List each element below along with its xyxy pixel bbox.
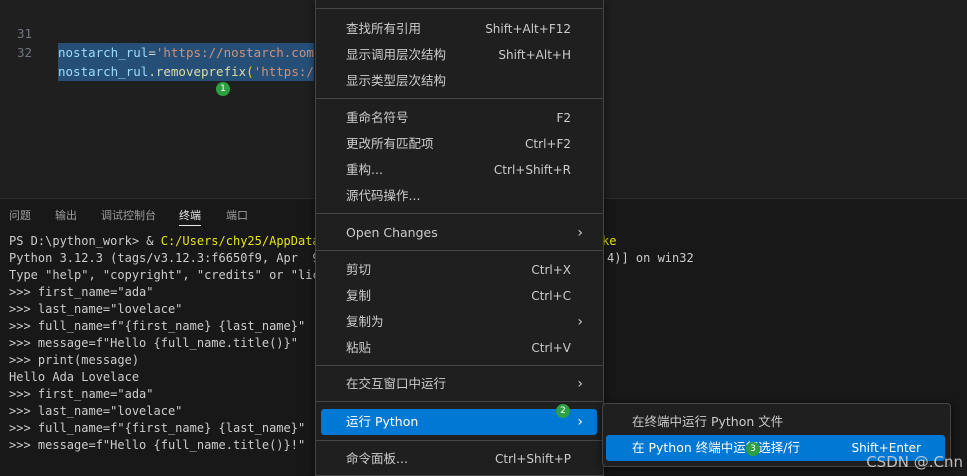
shortcut-label: Ctrl+Shift+P (495, 452, 571, 466)
line-number: 32 (16, 45, 32, 60)
code-variable: nostarch_rul (58, 64, 149, 79)
menu-item-command-palette[interactable]: 命令面板... Ctrl+Shift+P (321, 447, 597, 471)
code-operator: = (148, 45, 156, 60)
menu-item-open-changes[interactable]: Open Changes › (321, 221, 597, 245)
menu-item-rename-symbol[interactable]: 重命名符号 F2 (321, 106, 597, 130)
menu-item-label: 显示调用层次结构 (346, 47, 447, 62)
menu-item-refactor[interactable]: 重构... Ctrl+Shift+R (321, 158, 597, 182)
terminal-line: Type "help", "copyright", "credits" or "… (9, 268, 327, 282)
terminal-line: >>> full_name=f"{first_name} {last_name}… (9, 319, 306, 333)
shortcut-label: Shift+Alt+F12 (485, 22, 571, 36)
step-marker-1: 1 (216, 82, 230, 96)
terminal-line: >>> message=f"Hello {full_name.title()}" (9, 336, 298, 350)
shortcut-label: Ctrl+Shift+R (493, 163, 571, 177)
menu-item-label: 查找所有引用 (346, 21, 422, 36)
menu-separator (316, 250, 603, 251)
menu-item-label: 重构... (346, 162, 383, 177)
terminal-line: >>> message=f"Hello {full_name.title()}!… (9, 438, 306, 452)
chevron-right-icon: › (577, 314, 583, 330)
menu-item-run-in-interactive-window[interactable]: 在交互窗口中运行 › (321, 372, 597, 396)
menu-item-label: 重命名符号 (346, 110, 409, 125)
menu-item-label: 复制为 (346, 314, 384, 329)
terminal-line: >>> print(message) (9, 353, 140, 367)
shortcut-label: Ctrl+V (531, 341, 571, 355)
menu-item-run-python-file-in-terminal[interactable]: 在终端中运行 Python 文件 (606, 409, 945, 435)
step-marker-3: 3 (746, 442, 760, 456)
terminal-line: ke (602, 234, 617, 248)
shortcut-label: F2 (556, 111, 571, 125)
terminal-line: >>> last_name="lovelace" (9, 404, 183, 418)
code-operator: . (148, 64, 156, 79)
code-string: 'https://nostarch.com (155, 45, 314, 60)
chevron-right-icon: › (577, 376, 583, 392)
menu-item-copy-as[interactable]: 复制为 › (321, 310, 597, 334)
code-line-32[interactable]: 32 nostarch_rul.removeprefix('https:/ (0, 24, 316, 81)
menu-item-cut[interactable]: 剪切 Ctrl+X (321, 258, 597, 282)
step-marker-2: 2 (556, 404, 570, 418)
menu-separator (316, 365, 603, 366)
tab-ports[interactable]: 端口 (226, 207, 248, 225)
terminal-line: PS D:\python_work> & C:/Users/chy25/AppD… (9, 234, 327, 248)
code-function: removeprefix (155, 64, 247, 79)
terminal-line: >>> full_name=f"{first_name} {last_name}… (9, 421, 306, 435)
menu-item-label: Open Changes (346, 225, 438, 240)
code-variable: nostarch_rul (58, 45, 149, 60)
tab-terminal[interactable]: 终端 (179, 207, 201, 226)
chevron-right-icon: › (577, 225, 583, 241)
context-menu: 查找所有引用 Shift+Alt+F12 显示调用层次结构 Shift+Alt+H … (315, 0, 604, 476)
tab-output[interactable]: 输出 (55, 207, 77, 225)
menu-item-label: 在终端中运行 Python 文件 (632, 414, 784, 429)
menu-item-label: 复制 (346, 288, 372, 303)
shortcut-label: Ctrl+X (531, 263, 571, 277)
tab-problems[interactable]: 问题 (9, 207, 31, 225)
menu-separator (316, 401, 603, 402)
code-line-31[interactable]: 31 nostarch_rul='https://nostarch.com (0, 5, 316, 62)
menu-item-label: 源代码操作... (346, 188, 421, 203)
menu-item-show-type-hierarchy[interactable]: 显示类型层次结构 (321, 69, 597, 93)
terminal-line: Python 3.12.3 (tags/v3.12.3:f6650f9, Apr… (9, 251, 320, 265)
terminal-line: >>> first_name="ada" (9, 285, 154, 299)
shortcut-label: Ctrl+C (531, 289, 571, 303)
terminal-line: >>> first_name="ada" (9, 387, 154, 401)
tab-debug-console[interactable]: 调试控制台 (101, 207, 156, 225)
terminal-line: Hello Ada Lovelace (9, 370, 140, 384)
menu-item-copy[interactable]: 复制 Ctrl+C (321, 284, 597, 308)
menu-item-source-action[interactable]: 源代码操作... (321, 184, 597, 208)
menu-item-find-all-references[interactable]: 查找所有引用 Shift+Alt+F12 (321, 17, 597, 41)
menu-item-label: 剪切 (346, 262, 372, 277)
menu-item-label: 粘贴 (346, 340, 372, 355)
terminal-line: 4)] on win32 (607, 251, 694, 265)
code-string: 'https:/ (253, 64, 314, 79)
menu-item-show-call-hierarchy[interactable]: 显示调用层次结构 Shift+Alt+H (321, 43, 597, 67)
menu-item-label: 在 Python 终端中运行选择/行 (632, 440, 800, 455)
menu-separator (316, 8, 603, 9)
menu-item-paste[interactable]: 粘贴 Ctrl+V (321, 336, 597, 360)
chevron-right-icon: › (577, 414, 583, 430)
watermark-text: CSDN @.Cnn (866, 453, 963, 471)
menu-item-change-all-occurrences[interactable]: 更改所有匹配项 Ctrl+F2 (321, 132, 597, 156)
terminal-line: >>> last_name="lovelace" (9, 302, 183, 316)
menu-separator (316, 440, 603, 441)
menu-item-label: 命令面板... (346, 451, 408, 466)
menu-item-label: 显示类型层次结构 (346, 73, 447, 88)
shortcut-label: Ctrl+F2 (525, 137, 571, 151)
code-paren: ( (246, 64, 254, 79)
menu-item-label: 更改所有匹配项 (346, 136, 434, 151)
shortcut-label: Shift+Alt+H (498, 48, 571, 62)
menu-separator (316, 213, 603, 214)
menu-separator (316, 98, 603, 99)
menu-item-label: 在交互窗口中运行 (346, 376, 447, 391)
menu-item-label: 运行 Python (346, 414, 419, 429)
